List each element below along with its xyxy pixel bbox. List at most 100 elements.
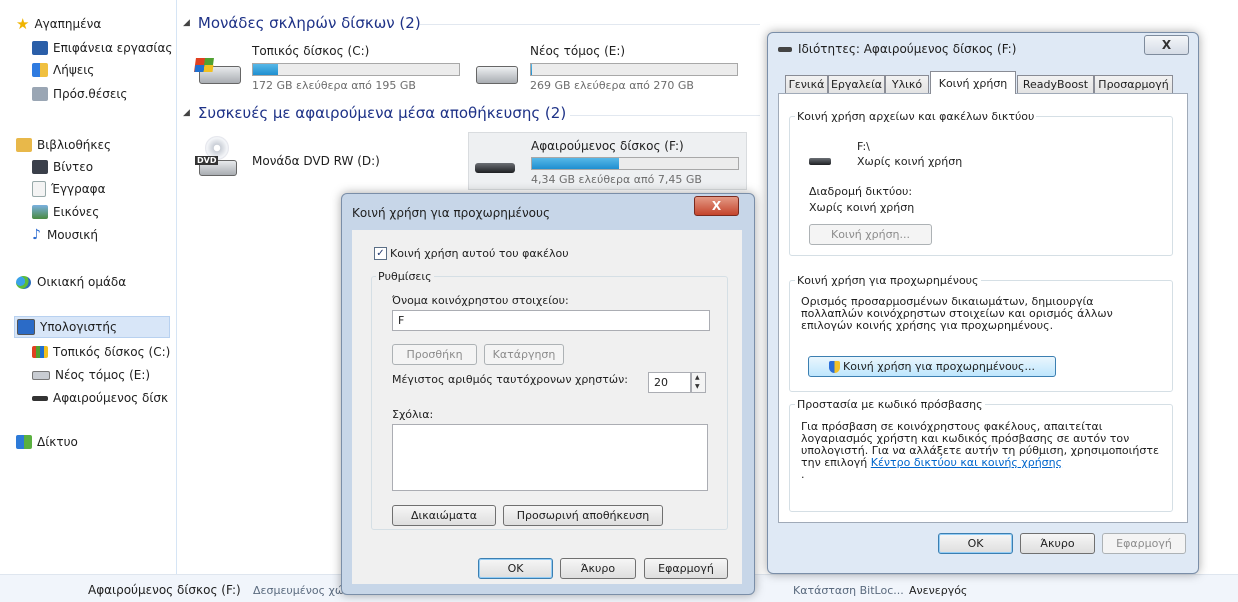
- group-divider: [420, 24, 760, 25]
- windows-drive-icon: [32, 346, 48, 358]
- status-bitlocker-value: Ανενεργός: [909, 584, 968, 597]
- nav-label: Υπολογιστής: [40, 320, 117, 334]
- computer-icon: [17, 319, 35, 335]
- nav-favorites[interactable]: ★ Αγαπημένα: [16, 14, 101, 34]
- checkbox-label: Κοινή χρήση αυτού του φακέλου: [390, 247, 569, 260]
- close-button[interactable]: X: [1144, 35, 1189, 55]
- comments-textarea[interactable]: [392, 424, 708, 491]
- drive-usage-fill: [532, 158, 619, 169]
- group-header-hdd[interactable]: ◢ Μονάδες σκληρών δίσκων (2): [183, 14, 421, 32]
- nav-recent[interactable]: Πρόσ.θέσεις: [32, 84, 127, 104]
- drive-tile-f[interactable]: Αφαιρούμενος δίσκος (F:) 4,34 GB ελεύθερ…: [468, 132, 747, 190]
- music-note-icon: ♪: [32, 227, 41, 243]
- nav-pictures[interactable]: Εικόνες: [32, 202, 99, 222]
- collapse-triangle-icon: ◢: [183, 108, 190, 118]
- windows-drive-icon: [194, 56, 241, 86]
- drive-name: Νέος τόμος (E:): [530, 44, 626, 58]
- add-button[interactable]: Προσθήκη: [392, 344, 477, 365]
- ok-button[interactable]: OK: [938, 533, 1013, 554]
- nav-downloads[interactable]: Λήψεις: [32, 60, 94, 80]
- drive-free-space: 172 GB ελεύθερα από 195 GB: [252, 79, 416, 92]
- close-icon: X: [1161, 38, 1172, 52]
- tab-page: Κοινή χρήση αρχείων και φακέλων δικτύου …: [778, 93, 1188, 523]
- max-users-spinner[interactable]: ▲ ▼: [691, 372, 706, 393]
- group-title: Συσκευές με αφαιρούμενα μέσα αποθήκευσης…: [197, 104, 567, 122]
- group-header-removable[interactable]: ◢ Συσκευές με αφαιρούμενα μέσα αποθήκευσ…: [183, 104, 566, 122]
- status-item-name: Αφαιρούμενος δίσκος (F:): [88, 583, 241, 597]
- apply-button[interactable]: Εφαρμογή: [644, 558, 728, 579]
- removable-drive-icon: [778, 47, 792, 52]
- share-button[interactable]: Κοινή χρήση...: [809, 224, 932, 245]
- group-legend: Κοινή χρήση αρχείων και φακέλων δικτύου: [795, 110, 1037, 123]
- navigation-pane: ★ Αγαπημένα Επιφάνεια εργασίας Λήψεις Πρ…: [0, 0, 177, 574]
- description-end: .: [801, 468, 805, 481]
- dialog-title: Ιδιότητες: Αφαιρούμενος δίσκος (F:): [798, 42, 1017, 56]
- nav-removable[interactable]: Αφαιρούμενος δίσκ: [32, 388, 168, 408]
- drive-name: Μονάδα DVD RW (D:): [252, 154, 380, 168]
- drive-name: Αφαιρούμενος δίσκος (F:): [531, 139, 684, 153]
- network-icon: [16, 435, 32, 449]
- nav-label: Έγγραφα: [51, 182, 106, 196]
- nav-music[interactable]: ♪ Μουσική: [32, 225, 98, 245]
- nav-libraries[interactable]: Βιβλιοθήκες: [16, 135, 111, 155]
- downloads-icon: [32, 63, 48, 77]
- tab-tools[interactable]: Εργαλεία: [828, 75, 885, 93]
- nav-homegroup[interactable]: Οικιακή ομάδα: [16, 272, 126, 292]
- nav-label: Τοπικός δίσκος (C:): [53, 345, 171, 359]
- network-path-label: Διαδρομή δικτύου:: [809, 185, 913, 198]
- drive-tile-d[interactable]: DVD Μονάδα DVD RW (D:): [195, 134, 455, 188]
- drive-tile-c[interactable]: Τοπικός δίσκος (C:) 172 GB ελεύθερα από …: [194, 40, 465, 96]
- drive-usage-fill: [253, 64, 278, 75]
- nav-local-disk[interactable]: Τοπικός δίσκος (C:): [32, 342, 170, 362]
- button-label: Κοινή χρήση για προχωρημένους...: [843, 360, 1035, 373]
- spin-down-icon: ▼: [695, 383, 700, 390]
- drive-usage-bar: [531, 157, 739, 170]
- cancel-button[interactable]: Άκυρο: [560, 558, 636, 579]
- nav-label: Λήψεις: [53, 63, 95, 77]
- tab-general[interactable]: Γενικά: [785, 75, 828, 93]
- group-legend: Προστασία με κωδικό πρόσβασης: [795, 398, 985, 411]
- nav-videos[interactable]: Βίντεο: [32, 157, 93, 177]
- advanced-sharing-button[interactable]: Κοινή χρήση για προχωρημένους...: [808, 356, 1056, 377]
- nav-label: Επιφάνεια εργασίας: [53, 41, 173, 55]
- drive-free-space: 269 GB ελεύθερα από 270 GB: [530, 79, 694, 92]
- nav-computer[interactable]: Υπολογιστής: [14, 316, 170, 338]
- cancel-button[interactable]: Άκυρο: [1020, 533, 1095, 554]
- tab-readyboost[interactable]: ReadyBoost: [1017, 75, 1094, 93]
- remove-button[interactable]: Κατάργηση: [484, 344, 564, 365]
- homegroup-icon: [16, 275, 31, 289]
- apply-button[interactable]: Εφαρμογή: [1102, 533, 1186, 554]
- group-legend: Κοινή χρήση για προχωρημένους: [795, 274, 981, 287]
- properties-dialog: Ιδιότητες: Αφαιρούμενος δίσκος (F:) X Γε…: [767, 32, 1199, 574]
- password-protection-description: Για πρόσβαση σε κοινόχρηστους φακέλους, …: [801, 421, 1161, 481]
- close-button[interactable]: X: [694, 196, 739, 216]
- nav-documents[interactable]: Έγγραφα: [32, 179, 106, 199]
- nav-desktop[interactable]: Επιφάνεια εργασίας: [32, 38, 172, 58]
- nav-new-volume[interactable]: Νέος τόμος (E:): [32, 365, 150, 385]
- caching-button[interactable]: Προσωρινή αποθήκευση: [503, 505, 663, 526]
- share-folder-checkbox[interactable]: ✓ Κοινή χρήση αυτού του φακέλου: [374, 247, 569, 260]
- hard-drive-icon: [474, 56, 518, 86]
- tab-sharing[interactable]: Κοινή χρήση: [930, 71, 1016, 94]
- tab-customize[interactable]: Προσαρμογή: [1094, 75, 1173, 93]
- nav-label: Δίκτυο: [37, 435, 78, 449]
- drive-usage-bar: [252, 63, 460, 76]
- share-name-input[interactable]: F: [392, 310, 710, 331]
- nav-network[interactable]: Δίκτυο: [16, 432, 78, 452]
- status-bitlocker-label: Κατάσταση BitLoc...: [793, 584, 904, 597]
- nav-label: Αγαπημένα: [34, 17, 102, 31]
- pictures-icon: [32, 205, 48, 219]
- network-path-value: Χωρίς κοινή χρήση: [809, 201, 915, 214]
- ok-button[interactable]: OK: [478, 558, 553, 579]
- star-icon: ★: [16, 15, 30, 33]
- network-center-link[interactable]: Κέντρο δικτύου και κοινής χρήσης: [871, 456, 1062, 469]
- max-users-input[interactable]: 20: [648, 372, 691, 393]
- documents-icon: [32, 181, 46, 197]
- tab-hardware[interactable]: Υλικό: [885, 75, 929, 93]
- max-users-label: Μέγιστος αριθμός ταυτόχρονων χρηστών:: [392, 373, 628, 386]
- removable-drive-icon: [32, 395, 48, 401]
- comments-label: Σχόλια:: [392, 408, 434, 421]
- drive-tile-e[interactable]: Νέος τόμος (E:) 269 GB ελεύθερα από 270 …: [474, 40, 744, 96]
- desktop-icon: [32, 41, 48, 55]
- permissions-button[interactable]: Δικαιώματα: [392, 505, 496, 526]
